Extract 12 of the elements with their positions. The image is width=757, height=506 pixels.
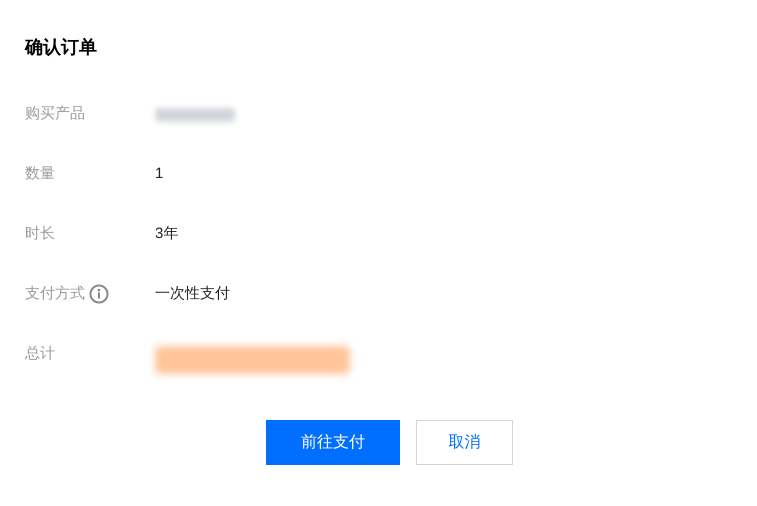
field-value: 3年 bbox=[155, 224, 178, 244]
cancel-button[interactable]: 取消 bbox=[416, 420, 513, 465]
field-label: 购买产品 bbox=[25, 104, 85, 124]
field-label: 时长 bbox=[25, 224, 55, 244]
field-label: 数量 bbox=[25, 164, 55, 184]
field-label: 总计 bbox=[25, 344, 55, 364]
pay-button[interactable]: 前往支付 bbox=[266, 420, 400, 465]
field-value: 1 bbox=[155, 164, 164, 184]
field-value: 一次性支付 bbox=[155, 284, 230, 304]
field-label: 支付方式 bbox=[25, 284, 85, 304]
info-icon[interactable] bbox=[89, 284, 109, 304]
dialog-title: 确认订单 bbox=[25, 36, 97, 59]
